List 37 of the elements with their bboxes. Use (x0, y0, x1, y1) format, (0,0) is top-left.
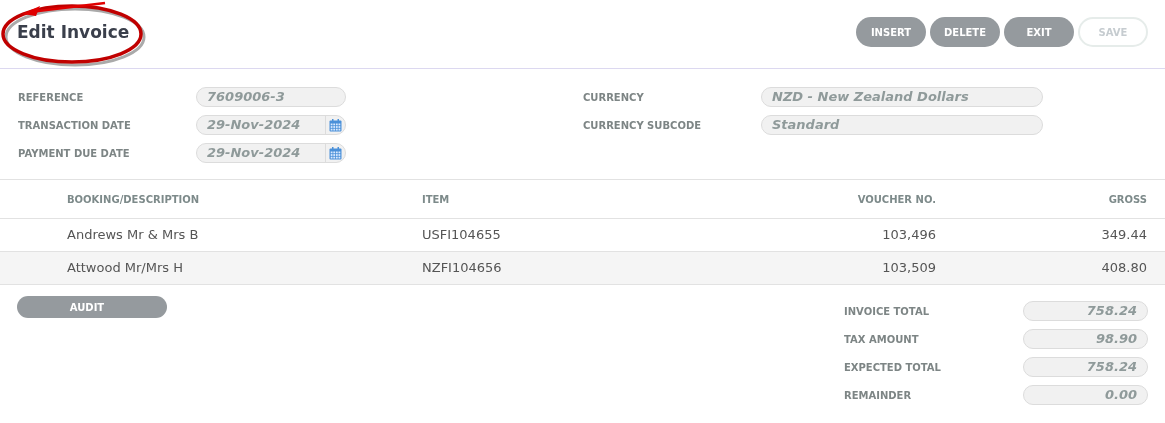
table-cell-text: 103,509 (881, 259, 936, 278)
table-cell-text: Attwood Mr/Mrs H (66, 259, 184, 278)
total-field: 98.90 (1023, 329, 1148, 349)
total-label: TAX AMOUNT (844, 332, 920, 347)
toolbar-button[interactable]: DELETE (930, 17, 1000, 47)
column-header: VOUCHER NO. (856, 192, 936, 207)
column-header: ITEM (422, 192, 451, 207)
total-label: EXPECTED TOTAL (844, 360, 942, 375)
column-header: GROSS (1107, 192, 1147, 207)
input-field[interactable]: 29-Nov-2024 (196, 143, 346, 163)
column-header: BOOKING/DESCRIPTION (66, 192, 201, 207)
page-title: Edit Invoice (17, 21, 130, 45)
input-field[interactable]: 29-Nov-2024 (196, 115, 346, 135)
total-label: INVOICE TOTAL (844, 304, 930, 319)
table-cell-text: Andrews Mr & Mrs B (66, 226, 200, 245)
input-field[interactable]: NZD - New Zealand Dollars (761, 87, 1043, 107)
table-cell-text: 103,496 (881, 226, 936, 245)
field-label: CURRENCY (583, 90, 645, 105)
toolbar-button[interactable]: EXIT (1004, 17, 1074, 47)
field-label: REFERENCE (18, 90, 85, 105)
table-cell-text: 349.44 (1100, 226, 1147, 245)
toolbar-button[interactable]: INSERT (856, 17, 926, 47)
field-label: CURRENCY SUBCODE (583, 118, 703, 133)
table-cell-text: 408.80 (1100, 259, 1147, 278)
calendar-icon[interactable] (329, 118, 342, 132)
total-field: 758.24 (1023, 357, 1148, 377)
table-cell-text: NZFI104656 (422, 259, 503, 278)
audit-button[interactable]: AUDIT (17, 296, 167, 318)
calendar-icon[interactable] (329, 146, 342, 160)
field-label: PAYMENT DUE DATE (18, 146, 131, 161)
total-label: REMAINDER (844, 388, 913, 403)
table-cell-text: USFI104655 (422, 226, 502, 245)
total-field: 0.00 (1023, 385, 1148, 405)
input-field[interactable]: Standard (761, 115, 1043, 135)
total-field: 758.24 (1023, 301, 1148, 321)
field-label: TRANSACTION DATE (18, 118, 132, 133)
input-field[interactable]: 7609006-3 (196, 87, 346, 107)
